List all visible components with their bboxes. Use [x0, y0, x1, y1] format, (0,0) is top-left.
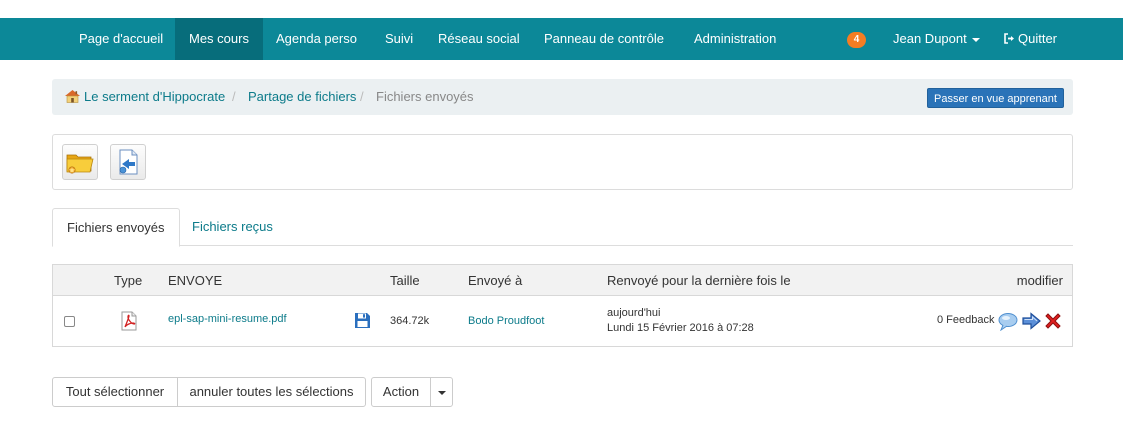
breadcrumb-course[interactable]: Le serment d'Hippocrate	[64, 79, 225, 115]
user-menu[interactable]: Jean Dupont	[879, 18, 994, 60]
breadcrumb-current: Fichiers envoyés	[376, 89, 474, 104]
nav-item-my-courses[interactable]: Mes cours	[175, 18, 263, 60]
breadcrumb-course-label: Le serment d'Hippocrate	[84, 89, 226, 104]
column-type[interactable]: Type	[114, 265, 142, 296]
nav-item-social-network[interactable]: Réseau social	[424, 18, 534, 60]
file-name-link[interactable]: epl-sap-mini-resume.pdf	[168, 313, 287, 325]
resent-relative: aujourd'hui	[607, 307, 661, 319]
action-dropdown-toggle[interactable]	[430, 377, 453, 407]
recipient-link[interactable]: Bodo Proudfoot	[468, 315, 544, 327]
nav-item-administration[interactable]: Administration	[680, 18, 790, 60]
move-button[interactable]	[1022, 312, 1041, 333]
column-sent[interactable]: ENVOYE	[168, 265, 222, 296]
send-file-icon	[119, 149, 138, 175]
breadcrumb-separator: /	[232, 89, 236, 104]
table-row: epl-sap-mini-resume.pdf 364.72k Bodo Pro…	[53, 296, 1072, 346]
toolbar	[52, 134, 1073, 190]
feedback-button[interactable]	[998, 311, 1018, 334]
delete-icon	[1045, 313, 1061, 329]
files-table: Type ENVOYE Taille Envoyé à Renvoyé pour…	[52, 264, 1073, 347]
breadcrumb-section[interactable]: Partage de fichiers	[248, 79, 356, 115]
send-file-button[interactable]	[110, 144, 146, 180]
tab-received-files[interactable]: Fichiers reçus	[178, 208, 287, 246]
notification-badge[interactable]: 4	[847, 32, 866, 48]
table-header: Type ENVOYE Taille Envoyé à Renvoyé pour…	[53, 265, 1072, 296]
tab-bar: Fichiers envoyés Fichiers reçus	[52, 208, 1073, 247]
column-size[interactable]: Taille	[390, 265, 420, 296]
logout-link[interactable]: Quitter	[990, 18, 1071, 60]
column-sent-to[interactable]: Envoyé à	[468, 265, 522, 296]
breadcrumb-separator: /	[360, 89, 364, 104]
nav-item-agenda[interactable]: Agenda perso	[262, 18, 371, 60]
sign-out-icon	[1004, 33, 1014, 44]
chevron-down-icon	[971, 37, 980, 42]
upload-folder-button[interactable]	[62, 144, 98, 180]
file-size: 364.72k	[390, 315, 430, 327]
download-button[interactable]	[354, 312, 371, 332]
action-button[interactable]: Action	[371, 377, 431, 407]
nav-item-home[interactable]: Page d'accueil	[65, 18, 177, 60]
folder-upload-icon	[66, 154, 94, 174]
breadcrumb: Le serment d'Hippocrate / Partage de fic…	[52, 79, 1073, 115]
tab-sent-files[interactable]: Fichiers envoyés	[52, 208, 180, 247]
user-name: Jean Dupont	[893, 31, 967, 46]
top-navbar: Page d'accueil Mes cours Agenda perso Su…	[0, 18, 1123, 60]
delete-button[interactable]	[1043, 311, 1063, 334]
nav-item-control-panel[interactable]: Panneau de contrôle	[530, 18, 678, 60]
arrow-right-icon	[1022, 312, 1041, 330]
speech-bubble-icon	[998, 313, 1018, 332]
home-icon	[65, 90, 80, 103]
resent-date: Lundi 15 Février 2016 à 07:28	[607, 322, 754, 334]
nav-item-tracking[interactable]: Suivi	[371, 18, 427, 60]
logout-label: Quitter	[1018, 31, 1058, 46]
feedback-count: 0 Feedback	[937, 314, 995, 326]
pdf-icon	[121, 311, 137, 331]
column-resent-date[interactable]: Renvoyé pour la dernière fois le	[607, 265, 791, 296]
chevron-down-icon	[437, 390, 446, 395]
learner-view-button[interactable]: Passer en vue apprenant	[927, 88, 1064, 108]
column-modify: modifier	[1016, 273, 1063, 288]
save-icon	[355, 313, 370, 328]
select-all-button[interactable]: Tout sélectionner	[52, 377, 178, 407]
row-checkbox[interactable]	[64, 316, 75, 327]
file-type-cell	[119, 311, 139, 334]
unselect-all-button[interactable]: annuler toutes les sélections	[177, 377, 366, 407]
